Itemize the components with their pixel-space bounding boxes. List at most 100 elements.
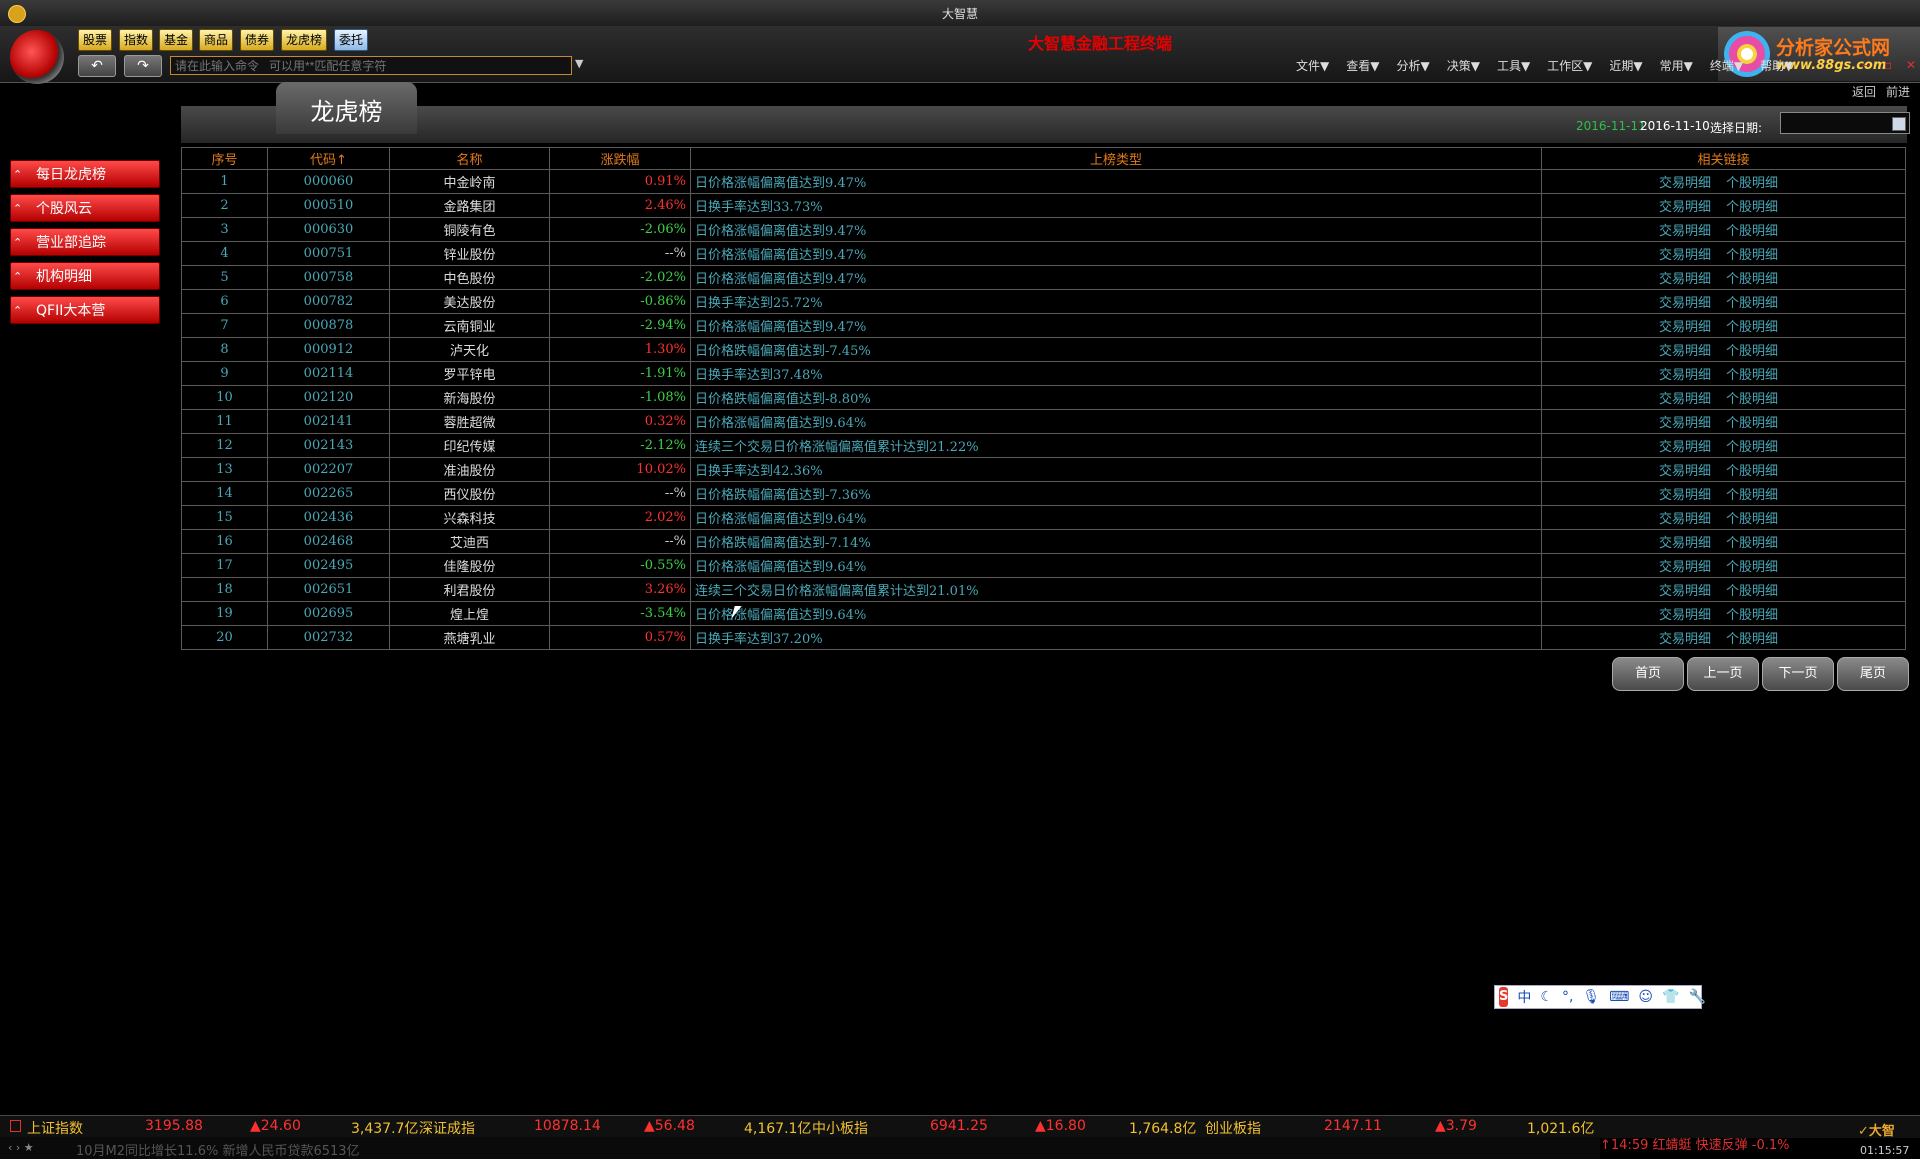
stock-detail-link[interactable]: 个股明细 <box>1726 416 1778 431</box>
sogou-logo-icon[interactable]: S <box>1499 987 1509 1007</box>
user-icon[interactable]: ☺ <box>1638 989 1653 1005</box>
stock-code[interactable]: 002141 <box>267 409 390 434</box>
stock-detail-link[interactable]: 个股明细 <box>1726 512 1778 527</box>
quick-button-entrust[interactable]: 委托 <box>334 29 369 51</box>
command-dropdown-icon[interactable]: ▼ <box>575 57 583 70</box>
stock-name[interactable]: 艾迪西 <box>389 529 550 554</box>
menu-terminal[interactable]: 终端▼ <box>1710 57 1743 74</box>
stock-name[interactable]: 印纪传媒 <box>389 433 550 458</box>
stock-detail-link[interactable]: 个股明细 <box>1726 200 1778 215</box>
quick-button-index[interactable]: 指数 <box>119 29 154 51</box>
menu-view[interactable]: 查看▼ <box>1346 57 1379 74</box>
date-current[interactable]: 2016-11-10 <box>1640 119 1710 133</box>
stock-code[interactable]: 002695 <box>267 601 390 626</box>
microphone-icon[interactable]: 🎙 <box>1582 989 1600 1005</box>
stock-detail-link[interactable]: 个股明细 <box>1726 368 1778 383</box>
table-row[interactable]: 4 000751 锌业股份 --% 日价格涨幅偏离值达到9.47% 交易明细 个股明细 <box>181 241 1906 266</box>
dazhihui-logo[interactable] <box>10 30 64 84</box>
stock-code[interactable]: 002265 <box>267 481 390 506</box>
punctuation-icon[interactable]: °, <box>1562 989 1573 1005</box>
stock-code[interactable]: 000782 <box>267 289 390 314</box>
stock-detail-link[interactable]: 个股明细 <box>1726 440 1778 455</box>
back-arrow-button[interactable]: ↶ <box>78 55 116 77</box>
stock-name[interactable]: 新海股份 <box>389 385 550 410</box>
table-row[interactable]: 12 002143 印纪传媒 -2.12% 连续三个交易日价格涨幅偏离值累计达到21.2… <box>181 433 1906 458</box>
trade-detail-link[interactable]: 交易明细 <box>1659 536 1711 551</box>
trade-detail-link[interactable]: 交易明细 <box>1659 632 1711 647</box>
stock-code[interactable]: 000510 <box>267 193 390 218</box>
nav-forward-link[interactable]: 前进 <box>1886 83 1910 100</box>
trade-detail-link[interactable]: 交易明细 <box>1659 224 1711 239</box>
table-row[interactable]: 1 000060 中金岭南 0.91% 日价格涨幅偏离值达到9.47% 交易明细 个股明细 <box>181 169 1906 194</box>
sidebar-item-institution-detail[interactable]: ⌃ 机构明细 <box>10 262 160 290</box>
col-header-list-type[interactable]: 上榜类型 <box>690 147 1542 170</box>
stock-detail-link[interactable]: 个股明细 <box>1726 344 1778 359</box>
menu-recent[interactable]: 近期▼ <box>1609 57 1642 74</box>
stock-code[interactable]: 002114 <box>267 361 390 386</box>
table-row[interactable]: 6 000782 美达股份 -0.86% 日换手率达到25.72% 交易明细 个股明细 <box>181 289 1906 314</box>
wrench-icon[interactable]: 🔧 <box>1688 989 1705 1005</box>
menu-file[interactable]: 文件▼ <box>1296 57 1329 74</box>
stock-code[interactable]: 002120 <box>267 385 390 410</box>
stock-detail-link[interactable]: 个股明细 <box>1726 248 1778 263</box>
stock-detail-link[interactable]: 个股明细 <box>1726 176 1778 191</box>
ticker-index-name[interactable]: 上证指数 <box>27 1118 83 1138</box>
stock-code[interactable]: 000878 <box>267 313 390 338</box>
stock-detail-link[interactable]: 个股明细 <box>1726 632 1778 647</box>
trade-detail-link[interactable]: 交易明细 <box>1659 512 1711 527</box>
keyboard-icon[interactable]: ⌨ <box>1609 989 1629 1005</box>
next-page-button[interactable]: 下一页 <box>1762 657 1834 691</box>
prev-page-button[interactable]: 上一页 <box>1687 657 1759 691</box>
menu-tools[interactable]: 工具▼ <box>1497 57 1530 74</box>
first-page-button[interactable]: 首页 <box>1612 657 1684 691</box>
stock-detail-link[interactable]: 个股明细 <box>1726 584 1778 599</box>
calendar-icon[interactable] <box>1892 117 1906 131</box>
quick-button-commodities[interactable]: 商品 <box>199 29 234 51</box>
menu-analysis[interactable]: 分析▼ <box>1396 57 1429 74</box>
close-icon[interactable]: ✕ <box>1906 58 1916 72</box>
stock-name[interactable]: 云南铜业 <box>389 313 550 338</box>
stock-name[interactable]: 西仪股份 <box>389 481 550 506</box>
stock-code[interactable]: 002143 <box>267 433 390 458</box>
sidebar-item-branch-tracking[interactable]: ⌃ 营业部追踪 <box>10 228 160 256</box>
trade-detail-link[interactable]: 交易明细 <box>1659 200 1711 215</box>
stock-code[interactable]: 002436 <box>267 505 390 530</box>
stock-code[interactable]: 000758 <box>267 265 390 290</box>
trade-detail-link[interactable]: 交易明细 <box>1659 272 1711 287</box>
ticker-index-name[interactable]: 深证成指 <box>419 1118 475 1138</box>
col-header-index[interactable]: 序号 <box>181 147 268 170</box>
col-header-change[interactable]: 涨跌幅 <box>549 147 691 170</box>
stock-name[interactable]: 金路集团 <box>389 193 550 218</box>
col-header-code[interactable]: 代码↑ <box>267 147 390 170</box>
news-nav-icon[interactable]: ‹ › ★ <box>8 1141 34 1154</box>
col-header-name[interactable]: 名称 <box>389 147 550 170</box>
trade-detail-link[interactable]: 交易明细 <box>1659 344 1711 359</box>
stock-code[interactable]: 002207 <box>267 457 390 482</box>
date-latest-link[interactable]: 2016-11-11 <box>1576 119 1646 133</box>
trade-detail-link[interactable]: 交易明细 <box>1659 464 1711 479</box>
quick-button-dragon-tiger[interactable]: 龙虎榜 <box>281 29 328 51</box>
stock-detail-link[interactable]: 个股明细 <box>1726 536 1778 551</box>
menu-help[interactable]: 帮助▼ <box>1760 57 1793 74</box>
command-input[interactable] <box>170 56 572 75</box>
quick-button-funds[interactable]: 基金 <box>159 29 194 51</box>
stock-detail-link[interactable]: 个股明细 <box>1726 608 1778 623</box>
stock-name[interactable]: 锌业股份 <box>389 241 550 266</box>
table-row[interactable]: 5 000758 中色股份 -2.02% 日价格涨幅偏离值达到9.47% 交易明细 个股明细 <box>181 265 1906 290</box>
trade-detail-link[interactable]: 交易明细 <box>1659 392 1711 407</box>
stock-name[interactable]: 燕塘乳业 <box>389 625 550 650</box>
table-row[interactable]: 2 000510 金路集团 2.46% 日换手率达到33.73% 交易明细 个股明细 <box>181 193 1906 218</box>
stock-name[interactable]: 中色股份 <box>389 265 550 290</box>
table-row[interactable]: 10 002120 新海股份 -1.08% 日价格跌幅偏离值达到-8.80% 交易明细 个股… <box>181 385 1906 410</box>
stock-name[interactable]: 铜陵有色 <box>389 217 550 242</box>
stock-code[interactable]: 002495 <box>267 553 390 578</box>
table-row[interactable]: 13 002207 准油股份 10.02% 日换手率达到42.36% 交易明细 个股明细 <box>181 457 1906 482</box>
stock-name[interactable]: 中金岭南 <box>389 169 550 194</box>
stock-code[interactable]: 002732 <box>267 625 390 650</box>
moon-icon[interactable]: ☾ <box>1540 989 1553 1005</box>
stock-detail-link[interactable]: 个股明细 <box>1726 560 1778 575</box>
table-row[interactable]: 17 002495 佳隆股份 -0.55% 日价格涨幅偏离值达到9.64% 交易明细 个股明… <box>181 553 1906 578</box>
ticker-index-name[interactable]: 创业板指 <box>1205 1118 1261 1138</box>
trade-detail-link[interactable]: 交易明细 <box>1659 584 1711 599</box>
trade-detail-link[interactable]: 交易明细 <box>1659 440 1711 455</box>
